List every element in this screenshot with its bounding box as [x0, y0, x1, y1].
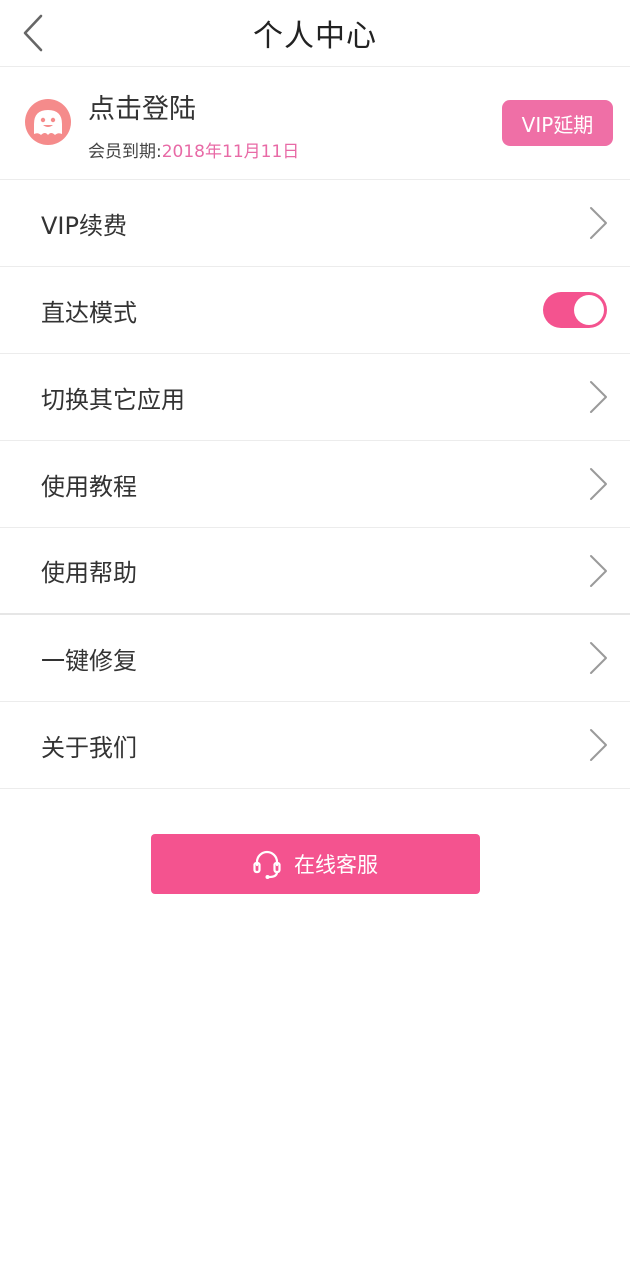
- online-service-label: 在线客服: [294, 853, 378, 877]
- profile-section: 点击登陆 会员到期:2018年11月11日 VIP延期: [0, 67, 630, 180]
- menu-item-tutorial[interactable]: 使用教程: [0, 441, 630, 528]
- header-bar: 个人中心: [0, 0, 630, 67]
- chevron-right-icon: [590, 729, 607, 761]
- menu-item-switch-app[interactable]: 切换其它应用: [0, 354, 630, 441]
- menu-item-label: VIP续费: [41, 211, 127, 240]
- menu-item-label: 直达模式: [41, 298, 137, 327]
- chevron-right-icon: [590, 554, 607, 587]
- menu-item-vip-renew[interactable]: VIP续费: [0, 180, 630, 267]
- menu-item-direct-mode: 直达模式: [0, 267, 630, 354]
- chevron-right-icon: [590, 381, 607, 413]
- expiry-label: 会员到期:: [88, 142, 162, 162]
- chevron-right-icon: [590, 642, 607, 674]
- menu-item-label: 切换其它应用: [41, 385, 185, 414]
- service-container: 在线客服: [0, 789, 630, 894]
- direct-mode-toggle[interactable]: [543, 292, 607, 328]
- expiry-date: 2018年11月11日: [161, 142, 300, 162]
- login-link[interactable]: 点击登陆: [88, 87, 196, 126]
- menu-item-help[interactable]: 使用帮助: [0, 528, 630, 615]
- menu-item-one-click-repair[interactable]: 一键修复: [0, 615, 630, 702]
- page-title: 个人中心: [253, 19, 377, 54]
- back-button[interactable]: [22, 8, 68, 58]
- toggle-knob: [574, 295, 604, 325]
- menu-item-label: 使用帮助: [41, 559, 137, 587]
- chevron-right-icon: [590, 207, 607, 239]
- menu-item-about-us[interactable]: 关于我们: [0, 702, 630, 789]
- menu-item-label: 关于我们: [41, 733, 137, 762]
- menu-item-label: 一键修复: [41, 646, 137, 675]
- online-service-button[interactable]: 在线客服: [150, 834, 480, 894]
- headset-icon: [253, 850, 281, 879]
- chevron-left-icon: [23, 14, 43, 52]
- chevron-right-icon: [590, 468, 607, 500]
- avatar[interactable]: [24, 98, 72, 146]
- smiley-avatar-icon: [25, 99, 71, 145]
- membership-expiry: 会员到期:2018年11月11日: [88, 137, 299, 162]
- menu-item-label: 使用教程: [41, 472, 137, 501]
- vip-extend-button[interactable]: VIP延期: [502, 100, 613, 146]
